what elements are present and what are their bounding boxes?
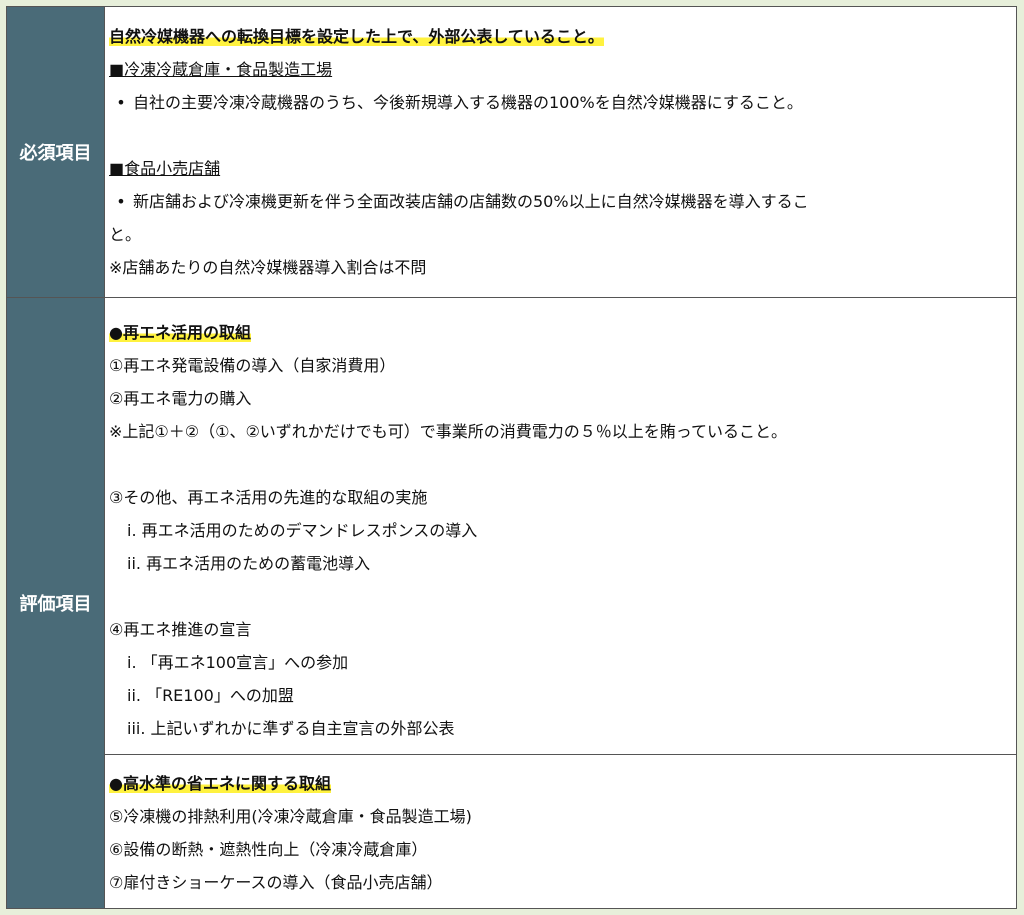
- list-item: ii. 「RE100」への加盟: [127, 686, 294, 705]
- list-item: i. 「再エネ100宣言」への参加: [127, 653, 349, 672]
- list-item: ①再エネ発電設備の導入（自家消費用）: [109, 356, 396, 375]
- retail-requirement-cont: と。: [109, 225, 142, 244]
- group1-heading: ●再エネ活用の取組: [109, 323, 251, 342]
- list-item: ③その他、再エネ活用の先進的な取組の実施: [109, 488, 428, 507]
- retail-requirement: 新店舗および冷凍機更新を伴う全面改装店舗の店舗数の50%以上に自然冷媒機器を導入…: [133, 192, 809, 211]
- list-item: ⑦扉付きショーケースの導入（食品小売店舗）: [109, 873, 443, 892]
- required-label: 必須項目: [7, 7, 105, 297]
- section-title-warehouse: ■冷凍冷蔵倉庫・食品製造工場: [109, 60, 333, 79]
- required-row: 必須項目 自然冷媒機器への転換目標を設定した上で、外部公表していること。 ■冷凍…: [7, 7, 1016, 297]
- list-item: ⑥設備の断熱・遮熱性向上（冷凍冷蔵倉庫）: [109, 840, 428, 859]
- list-item: ②再エネ電力の購入: [109, 389, 252, 408]
- evaluation-group-renewables: ●再エネ活用の取組 ①再エネ発電設備の導入（自家消費用） ②再エネ電力の購入 ※…: [105, 298, 1016, 754]
- list-item: i. 再エネ活用のためのデマンドレスポンスの導入: [127, 521, 478, 540]
- list-item: iii. 上記いずれかに準ずる自主宣言の外部公表: [127, 719, 455, 738]
- list-item: ※上記①＋②（①、②いずれかだけでも可）で事業所の消費電力の５％以上を賄っている…: [109, 422, 787, 441]
- retail-note: ※店舗あたりの自然冷媒機器導入割合は不問: [109, 258, 427, 277]
- list-item: ii. 再エネ活用のための蓄電池導入: [127, 554, 371, 573]
- evaluation-row: 評価項目 ●再エネ活用の取組 ①再エネ発電設備の導入（自家消費用） ②再エネ電力…: [7, 298, 1016, 908]
- list-item: ⑤冷凍機の排熱利用(冷凍冷蔵倉庫・食品製造工場): [109, 807, 472, 826]
- bullet-icon: •: [116, 93, 126, 112]
- warehouse-requirement: 自社の主要冷凍冷蔵機器のうち、今後新規導入する機器の100%を自然冷媒機器にする…: [133, 93, 803, 112]
- bullet-icon: •: [116, 192, 126, 211]
- section-title-retail: ■食品小売店舗: [109, 159, 221, 178]
- requirements-table: 必須項目 自然冷媒機器への転換目標を設定した上で、外部公表していること。 ■冷凍…: [6, 6, 1017, 909]
- evaluation-group-efficiency: ●高水準の省エネに関する取組 ⑤冷凍機の排熱利用(冷凍冷蔵倉庫・食品製造工場) …: [105, 755, 1016, 908]
- evaluation-label: 評価項目: [7, 298, 105, 908]
- required-content: 自然冷媒機器への転換目標を設定した上で、外部公表していること。 ■冷凍冷蔵倉庫・…: [105, 7, 1016, 297]
- required-heading: 自然冷媒機器への転換目標を設定した上で、外部公表していること。: [109, 27, 604, 46]
- group2-heading: ●高水準の省エネに関する取組: [109, 774, 331, 793]
- list-item: ④再エネ推進の宣言: [109, 620, 252, 639]
